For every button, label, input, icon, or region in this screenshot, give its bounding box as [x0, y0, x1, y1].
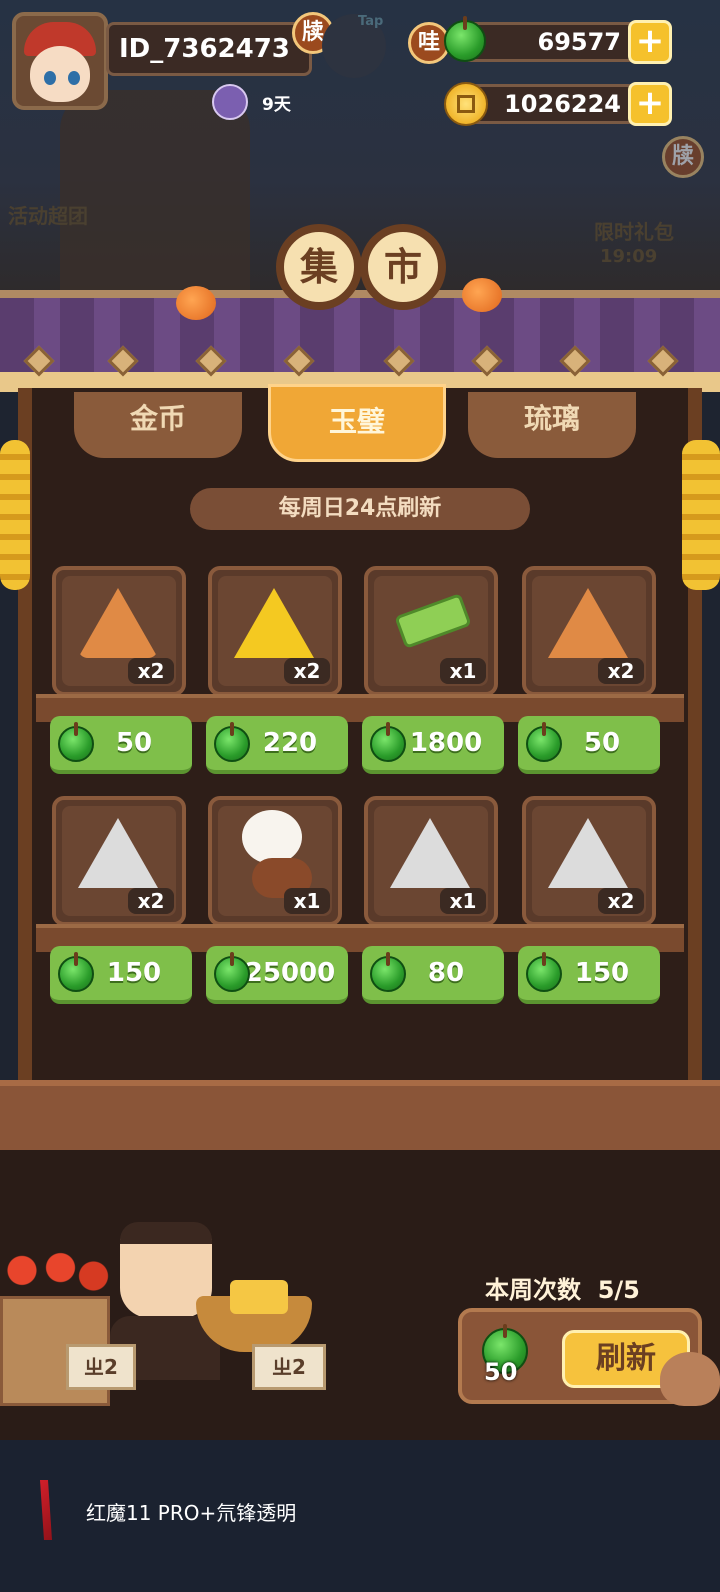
item-quantity: x2	[598, 658, 644, 684]
price-button[interactable]: 25000	[206, 946, 348, 1004]
tap-chip: Tap	[358, 14, 384, 29]
jade-icon	[370, 726, 406, 762]
price-value: 150	[574, 958, 630, 988]
price-value: 50	[583, 728, 621, 758]
coin-icon	[444, 82, 488, 126]
item-quantity: x2	[128, 658, 174, 684]
jade-icon	[526, 726, 562, 762]
jade-icon	[58, 956, 94, 992]
price-value: 1800	[409, 728, 483, 758]
cat-mascot-icon	[660, 1352, 720, 1406]
shop-item-slot[interactable]: x1	[364, 566, 498, 696]
weekly-refresh-count: 本周次数 5/5	[485, 1270, 640, 1305]
item-quantity: x1	[440, 888, 486, 914]
event-sign[interactable]: 活动超团	[8, 200, 88, 229]
weekly-value: 5/5	[597, 1276, 640, 1304]
add-jade-button[interactable]: +	[628, 20, 672, 64]
jade-icon	[214, 956, 250, 992]
price-sign: ㄓ2	[252, 1344, 326, 1390]
jade-icon	[526, 956, 562, 992]
shop-item-slot[interactable]: x2	[208, 566, 342, 696]
tab-glaze[interactable]: 琉璃	[468, 392, 636, 458]
price-button[interactable]: 150	[518, 946, 660, 1004]
refresh-schedule: 每周日24点刷新	[190, 488, 530, 530]
persimmon-decoration	[462, 278, 502, 312]
price-button[interactable]: 1800	[362, 716, 504, 774]
item-quantity: x2	[284, 658, 330, 684]
shop-item-slot[interactable]: x2	[52, 566, 186, 696]
companion-icon	[212, 84, 248, 120]
right-sign-badge: 牍	[662, 136, 704, 178]
corn-decoration-left	[0, 440, 30, 590]
price-value: 150	[106, 958, 162, 988]
item-quantity: x2	[128, 888, 174, 914]
jade-icon	[214, 726, 250, 762]
persimmon-decoration	[176, 286, 216, 320]
background-tree	[60, 90, 250, 310]
shop-item-slot[interactable]: x1	[208, 796, 342, 926]
price-button[interactable]: 50	[518, 716, 660, 774]
jade-icon	[58, 726, 94, 762]
gold-ingot-icon	[230, 1280, 288, 1314]
add-coin-button[interactable]: +	[628, 82, 672, 126]
market-title-char: 集	[276, 224, 362, 310]
tab-jade[interactable]: 玉璧	[268, 384, 446, 462]
shop-item-slot[interactable]: x2	[52, 796, 186, 926]
gift-pack-timer: 19:09	[600, 246, 658, 267]
corn-decoration-right	[682, 440, 720, 590]
refresh-cost: 50	[484, 1358, 518, 1386]
bear-lute-player-icon	[242, 810, 302, 864]
item-quantity: x2	[598, 888, 644, 914]
item-quantity: x1	[440, 658, 486, 684]
price-button[interactable]: 80	[362, 946, 504, 1004]
tap-character-icon[interactable]: Tap	[322, 14, 386, 78]
item-quantity: x1	[284, 888, 330, 914]
price-value: 50	[115, 728, 153, 758]
price-value: 25000	[244, 958, 336, 988]
shop-item-slot[interactable]: x2	[522, 796, 656, 926]
gift-pack-sign[interactable]: 限时礼包	[594, 216, 674, 245]
device-watermark: 红魔11 PRO+氘锋透明	[86, 1501, 297, 1525]
price-sign: ㄓ2	[66, 1344, 136, 1390]
price-value: 80	[427, 958, 465, 988]
market-title-char: 市	[360, 224, 446, 310]
login-days: 9天	[262, 95, 291, 115]
weekly-label: 本周次数	[485, 1276, 581, 1304]
tab-coins[interactable]: 金币	[74, 392, 242, 458]
jade-icon	[444, 20, 486, 62]
player-avatar[interactable]	[12, 12, 108, 110]
price-button[interactable]: 150	[50, 946, 192, 1004]
player-id: ID_7362473	[106, 22, 312, 76]
price-value: 220	[262, 728, 318, 758]
shop-item-slot[interactable]: x2	[522, 566, 656, 696]
shop-item-slot[interactable]: x1	[364, 796, 498, 926]
jade-icon	[370, 956, 406, 992]
price-button[interactable]: 220	[206, 716, 348, 774]
price-button[interactable]: 50	[50, 716, 192, 774]
stall-counter	[0, 1080, 720, 1150]
